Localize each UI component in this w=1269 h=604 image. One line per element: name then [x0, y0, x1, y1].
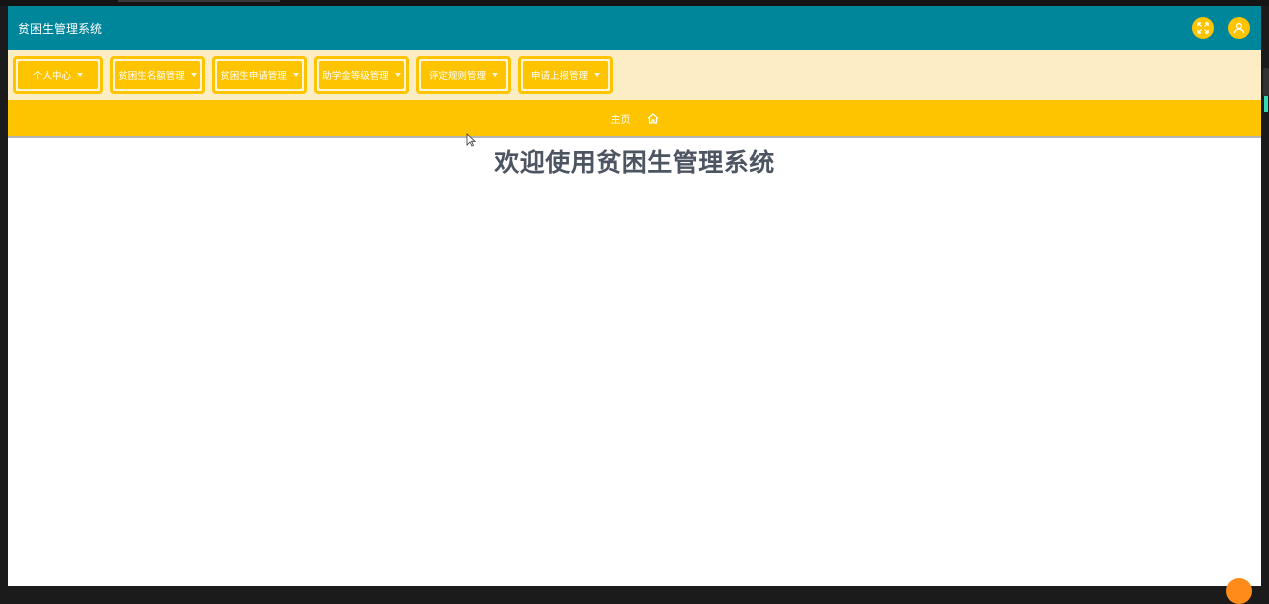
app-header: 贫困生管理系统 [8, 6, 1261, 50]
menu-report-management[interactable]: 申请上报管理 [518, 56, 613, 94]
floating-action-button[interactable] [1226, 578, 1252, 604]
chevron-down-icon [190, 73, 197, 77]
browser-tab-indicator [118, 0, 280, 2]
menu-quota-management[interactable]: 贫困生名额管理 [110, 56, 205, 94]
scrollbar-track [1263, 68, 1269, 96]
app-title: 贫困生管理系统 [18, 21, 103, 36]
home-icon[interactable] [647, 112, 659, 124]
menu-label: 贫困生名额管理 [118, 71, 185, 82]
breadcrumb: 主页 [8, 100, 1261, 138]
menu-label: 贫困生申请管理 [220, 71, 287, 82]
menu-label: 评定规则管理 [428, 71, 486, 82]
breadcrumb-home-link[interactable]: 主页 [611, 111, 631, 126]
scrollbar-thumb[interactable] [1264, 96, 1268, 112]
menu-application-management[interactable]: 贫困生申请管理 [212, 56, 307, 94]
chevron-down-icon [594, 73, 600, 77]
mouse-pointer-icon [466, 133, 476, 147]
menu-label: 申请上报管理 [530, 71, 588, 82]
chevron-down-icon [394, 73, 401, 77]
menu-rule-management[interactable]: 评定规则管理 [416, 56, 511, 94]
page-scrollbar[interactable] [1261, 68, 1269, 112]
welcome-heading: 欢迎使用贫困生管理系统 [494, 148, 775, 177]
chevron-down-icon [492, 73, 498, 77]
menu-grant-level-management[interactable]: 助学金等级管理 [314, 56, 409, 94]
menu-label: 助学金等级管理 [322, 71, 389, 82]
fullscreen-icon [1197, 22, 1209, 34]
chevron-down-icon [292, 73, 299, 77]
user-icon [1233, 22, 1245, 34]
chevron-down-icon [77, 73, 83, 77]
menu-label: 个人中心 [32, 71, 71, 82]
app-window: 贫困生管理系统 个人中心 贫困生名额管理 贫困生申请管理 助学金等级管理 评定规… [8, 6, 1261, 586]
header-actions [1192, 17, 1250, 39]
fullscreen-button[interactable] [1192, 17, 1214, 39]
top-menu: 个人中心 贫困生名额管理 贫困生申请管理 助学金等级管理 评定规则管理 申请上报… [8, 50, 1261, 100]
user-button[interactable] [1228, 17, 1250, 39]
menu-personal-center[interactable]: 个人中心 [13, 56, 103, 94]
